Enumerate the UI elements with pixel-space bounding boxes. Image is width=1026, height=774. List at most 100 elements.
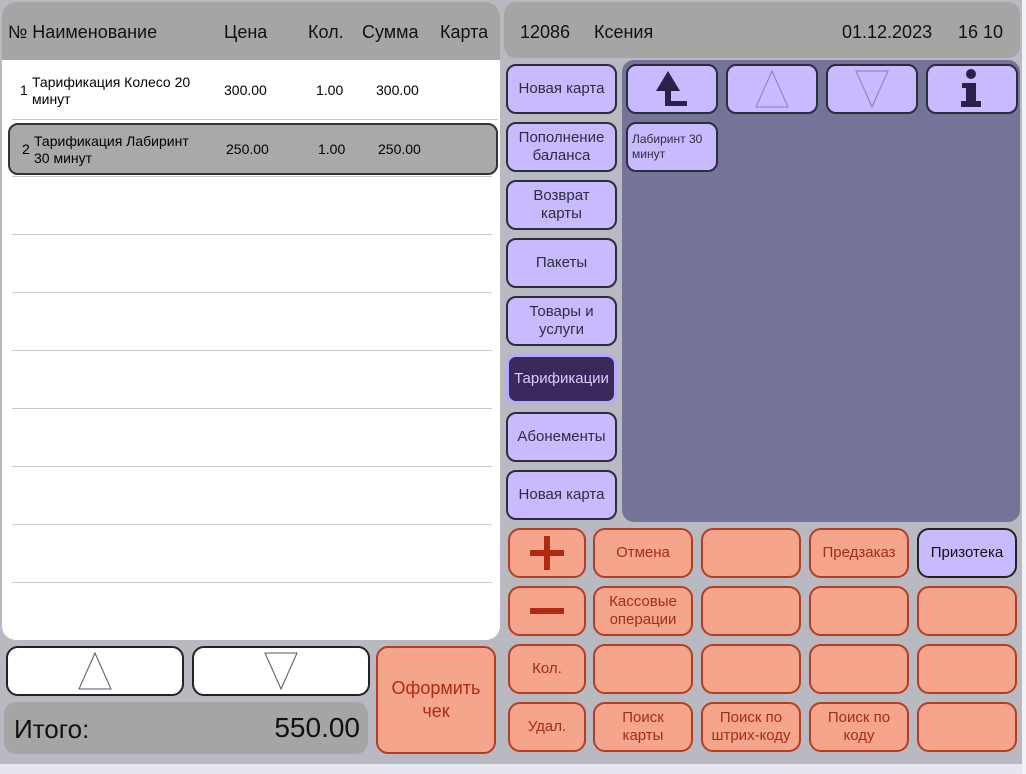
row-divider bbox=[12, 350, 492, 351]
row-divider bbox=[12, 234, 492, 235]
session-date: 01.12.2023 bbox=[842, 22, 933, 42]
table-row[interactable]: 1 Тарификация Колесо 20 минут 300.00 1.0… bbox=[12, 62, 498, 120]
arrow-down-icon bbox=[855, 70, 889, 109]
session-time: 16 10 bbox=[958, 22, 1004, 42]
minus-button[interactable] bbox=[508, 586, 586, 636]
row-divider bbox=[12, 582, 492, 583]
row-divider bbox=[12, 176, 492, 177]
minus-icon bbox=[530, 608, 564, 614]
page-up-button[interactable] bbox=[726, 64, 818, 114]
category-label: Возврат карты bbox=[533, 187, 590, 222]
checkout-button[interactable]: Оформить чек bbox=[376, 646, 496, 754]
preorder-button[interactable]: Предзаказ bbox=[809, 528, 909, 578]
total-box: Итого: 550.00 bbox=[4, 702, 368, 754]
checkout-label: Оформить чек bbox=[391, 678, 481, 721]
row-price: 250.00 bbox=[226, 141, 269, 157]
empty-key[interactable] bbox=[701, 528, 801, 578]
key-label: Удал. bbox=[527, 718, 567, 735]
search-code-button[interactable]: Поиск по коду bbox=[809, 702, 909, 752]
category-label: Тарификации bbox=[514, 370, 609, 387]
row-name: Тарификация Лабиринт 30 минут bbox=[34, 133, 189, 166]
key-label: Кассовые операции bbox=[609, 593, 677, 628]
row-divider bbox=[12, 408, 492, 409]
empty-key[interactable] bbox=[809, 586, 909, 636]
category-label: Пополнение баланса bbox=[518, 129, 605, 164]
total-label: Итого: bbox=[14, 714, 90, 744]
key-label: Кол. bbox=[532, 660, 562, 677]
key-label: Поиск карты bbox=[622, 709, 664, 744]
category-new-card[interactable]: Новая карта bbox=[506, 64, 617, 114]
row-name: Тарификация Колесо 20 минут bbox=[32, 74, 191, 107]
key-label: Поиск по коду bbox=[827, 709, 891, 744]
quantity-button[interactable]: Кол. bbox=[508, 644, 586, 694]
category-packages[interactable]: Пакеты bbox=[506, 238, 617, 288]
empty-key[interactable] bbox=[917, 644, 1017, 694]
empty-key[interactable] bbox=[917, 702, 1017, 752]
category-label: Абонементы bbox=[517, 428, 606, 445]
session-header: 12086 Ксения 01.12.2023 16 10 bbox=[504, 2, 1020, 58]
key-label: Поиск по штрих-коду bbox=[711, 709, 791, 744]
product-tile[interactable]: Лабиринт 30 минут bbox=[626, 122, 718, 172]
row-divider bbox=[12, 466, 492, 467]
header-qty: Кол. bbox=[308, 22, 344, 42]
category-label: Новая карта bbox=[518, 80, 605, 97]
row-price: 300.00 bbox=[224, 82, 267, 98]
empty-key[interactable] bbox=[593, 644, 693, 694]
empty-key[interactable] bbox=[701, 586, 801, 636]
total-value: 550.00 bbox=[274, 712, 360, 743]
plus-icon bbox=[530, 536, 564, 570]
scroll-up-button[interactable] bbox=[6, 646, 184, 696]
delete-button[interactable]: Удал. bbox=[508, 702, 586, 752]
table-row-selected[interactable]: 2 Тарификация Лабиринт 30 минут 250.00 1… bbox=[8, 123, 498, 175]
level-up-icon bbox=[656, 71, 687, 106]
info-icon bbox=[961, 69, 981, 107]
arrow-up-icon bbox=[78, 651, 112, 690]
order-table: № Наименование Цена Кол. Сумма Карта 1 Т… bbox=[2, 2, 500, 640]
search-barcode-button[interactable]: Поиск по штрих-коду bbox=[701, 702, 801, 752]
empty-key[interactable] bbox=[701, 644, 801, 694]
cashier-name: Ксения bbox=[594, 22, 654, 42]
key-label: Предзаказ bbox=[822, 544, 896, 561]
empty-key[interactable] bbox=[809, 644, 909, 694]
category-subscriptions[interactable]: Абонементы bbox=[506, 412, 617, 462]
search-card-button[interactable]: Поиск карты bbox=[593, 702, 693, 752]
category-new-card-2[interactable]: Новая карта bbox=[506, 470, 617, 520]
category-label: Товары и услуги bbox=[529, 303, 594, 338]
header-price: Цена bbox=[224, 22, 268, 42]
prize-shop-button[interactable]: Призотека bbox=[917, 528, 1017, 578]
key-label: Отмена bbox=[616, 544, 670, 561]
header-num-name: № Наименование bbox=[8, 22, 158, 42]
scroll-down-button[interactable] bbox=[192, 646, 370, 696]
plus-button[interactable] bbox=[508, 528, 586, 578]
category-label: Новая карта bbox=[518, 486, 605, 503]
category-goods-services[interactable]: Товары и услуги bbox=[506, 296, 617, 346]
cancel-button[interactable]: Отмена bbox=[593, 528, 693, 578]
row-qty: 1.00 bbox=[316, 82, 344, 98]
row-divider bbox=[12, 524, 492, 525]
level-up-button[interactable] bbox=[626, 64, 718, 114]
category-card-return[interactable]: Возврат карты bbox=[506, 180, 617, 230]
row-sum: 300.00 bbox=[376, 82, 419, 98]
order-table-header: № Наименование Цена Кол. Сумма Карта bbox=[2, 2, 500, 60]
session-code: 12086 bbox=[520, 22, 571, 42]
row-num: 1 bbox=[20, 82, 28, 98]
category-tariffs[interactable]: Тарификации bbox=[506, 354, 617, 404]
header-sum: Сумма bbox=[362, 22, 419, 42]
page-down-button[interactable] bbox=[826, 64, 918, 114]
key-label: Призотека bbox=[930, 544, 1004, 561]
row-sum: 250.00 bbox=[378, 141, 421, 157]
header-card: Карта bbox=[440, 22, 489, 42]
empty-key[interactable] bbox=[917, 586, 1017, 636]
row-qty: 1.00 bbox=[318, 141, 346, 157]
info-button[interactable] bbox=[926, 64, 1018, 114]
row-divider bbox=[12, 292, 492, 293]
product-label: Лабиринт 30 минут bbox=[632, 132, 703, 161]
cash-operations-button[interactable]: Кассовые операции bbox=[593, 586, 693, 636]
category-top-up-balance[interactable]: Пополнение баланса bbox=[506, 122, 617, 172]
arrow-down-icon bbox=[264, 652, 298, 691]
category-label: Пакеты bbox=[535, 254, 588, 271]
arrow-up-icon bbox=[755, 69, 789, 108]
row-num: 2 bbox=[22, 141, 30, 157]
window-right-edge bbox=[1022, 0, 1026, 774]
window-bottom-edge bbox=[0, 764, 1026, 774]
